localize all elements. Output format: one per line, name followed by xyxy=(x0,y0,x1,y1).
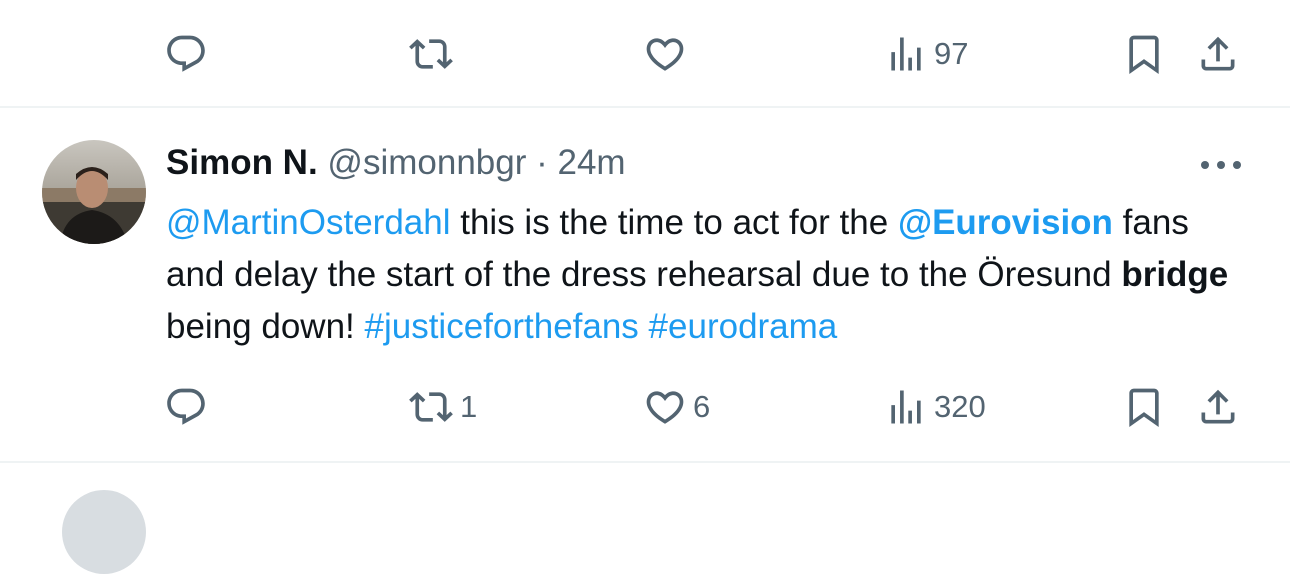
like-button[interactable]: 6 xyxy=(643,385,710,429)
tweet-text-part: being down! xyxy=(166,307,365,346)
bookmark-icon xyxy=(1129,388,1159,428)
like-count: 6 xyxy=(693,389,711,424)
views-icon xyxy=(891,390,921,424)
retweet-icon xyxy=(409,39,453,69)
bold-text: bridge xyxy=(1121,255,1229,294)
hashtag-link[interactable]: #justiceforthefans xyxy=(364,307,638,346)
share-button[interactable] xyxy=(1196,385,1240,429)
tweet-timestamp[interactable]: 24m xyxy=(557,143,625,182)
bookmark-button[interactable] xyxy=(1122,385,1166,429)
retweet-icon xyxy=(409,392,453,422)
share-button[interactable] xyxy=(1196,32,1240,76)
heart-icon xyxy=(646,38,684,71)
like-button[interactable] xyxy=(643,32,693,76)
tweet-divider-top xyxy=(0,106,1290,108)
tweet-text: @MartinOsterdahl this is the time to act… xyxy=(166,197,1246,353)
reply-button[interactable] xyxy=(164,385,214,429)
views-button[interactable]: 320 xyxy=(884,385,986,429)
header-separator: · xyxy=(526,143,558,182)
views-button[interactable]: 97 xyxy=(884,32,968,76)
tweet-divider-bottom xyxy=(0,461,1290,463)
mention-link[interactable]: @MartinOsterdahl xyxy=(166,203,451,242)
heart-icon xyxy=(646,391,684,424)
avatar-photo xyxy=(42,140,146,244)
more-options-button[interactable] xyxy=(1196,152,1246,178)
display-name[interactable]: Simon N. xyxy=(166,143,318,182)
tweet-action-bar: 1 6 320 xyxy=(0,375,1290,435)
retweet-button[interactable] xyxy=(408,32,460,76)
share-icon xyxy=(1201,389,1235,424)
avatar[interactable] xyxy=(42,140,146,244)
hashtag-link[interactable]: #eurodrama xyxy=(649,307,838,346)
views-count: 320 xyxy=(934,389,986,424)
more-icon xyxy=(1201,161,1241,169)
next-tweet-avatar[interactable] xyxy=(62,490,146,574)
tweet-text-part xyxy=(639,307,649,346)
tweet-header: Simon N. @simonnbgr · 24m xyxy=(166,143,626,183)
views-icon xyxy=(891,37,921,71)
reply-button[interactable] xyxy=(164,32,214,76)
share-icon xyxy=(1201,36,1235,71)
bookmark-icon xyxy=(1129,35,1159,75)
retweet-count: 1 xyxy=(460,389,478,424)
previous-tweet-action-bar: 97 xyxy=(0,22,1290,82)
reply-icon xyxy=(167,388,205,425)
bookmark-button[interactable] xyxy=(1122,32,1166,76)
retweet-button[interactable]: 1 xyxy=(408,385,477,429)
user-handle[interactable]: @simonnbgr xyxy=(327,143,526,182)
tweet-text-part: this is the time to act for the xyxy=(450,203,898,242)
views-count: 97 xyxy=(934,36,969,71)
reply-icon xyxy=(167,35,205,72)
mention-link[interactable]: @Eurovision xyxy=(898,203,1113,242)
